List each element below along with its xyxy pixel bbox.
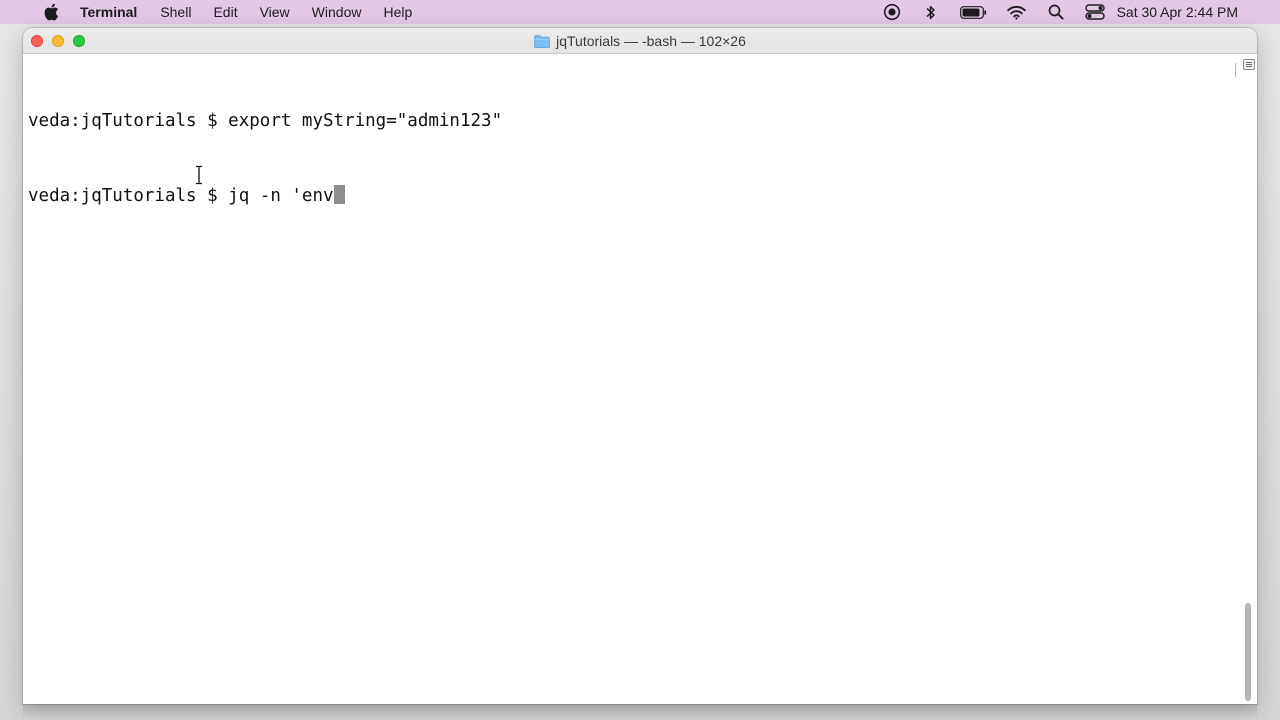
terminal-output[interactable]: veda:jqTutorials $ export myString="admi… bbox=[28, 59, 502, 259]
terminal-line-2-text: veda:jqTutorials $ jq -n 'env bbox=[28, 186, 334, 206]
desktop: Terminal Shell Edit View Window Help Sat… bbox=[0, 0, 1280, 720]
terminal-window: jqTutorials — -bash — 102×26 veda:jqTuto… bbox=[23, 28, 1257, 704]
search-icon[interactable] bbox=[1046, 3, 1066, 21]
window-title-text: jqTutorials — -bash — 102×26 bbox=[556, 33, 746, 49]
bluetooth-icon[interactable] bbox=[921, 3, 941, 21]
text-cursor bbox=[333, 185, 345, 204]
menu-bar-left: Terminal Shell Edit View Window Help bbox=[0, 0, 423, 24]
menu-bar-clock[interactable]: Sat 30 Apr 2:44 PM bbox=[1117, 4, 1238, 20]
window-titlebar[interactable]: jqTutorials — -bash — 102×26 bbox=[23, 28, 1257, 54]
menu-app-terminal[interactable]: Terminal bbox=[80, 0, 149, 24]
menu-bar: Terminal Shell Edit View Window Help Sat… bbox=[0, 0, 1280, 24]
menu-view[interactable]: View bbox=[249, 0, 301, 24]
window-title: jqTutorials — -bash — 102×26 bbox=[23, 28, 1257, 54]
scroll-marker bbox=[1232, 63, 1236, 77]
battery-icon[interactable] bbox=[960, 3, 988, 21]
menu-window[interactable]: Window bbox=[301, 0, 373, 24]
terminal-line-1: veda:jqTutorials $ export myString="admi… bbox=[28, 111, 503, 131]
terminal-line-2: veda:jqTutorials $ jq -n 'env bbox=[28, 184, 502, 209]
menu-shell[interactable]: Shell bbox=[149, 0, 202, 24]
menu-edit[interactable]: Edit bbox=[202, 0, 248, 24]
control-center-icon[interactable] bbox=[1084, 3, 1105, 21]
window-shadow bbox=[23, 704, 1257, 720]
menu-help[interactable]: Help bbox=[372, 0, 423, 24]
folder-icon bbox=[534, 34, 551, 48]
screen-record-icon[interactable] bbox=[882, 3, 902, 21]
wifi-icon[interactable] bbox=[1007, 3, 1027, 21]
scrollbar-thumb[interactable] bbox=[1245, 603, 1251, 701]
i-beam-cursor-icon bbox=[193, 165, 205, 185]
split-pane-icon[interactable] bbox=[1243, 59, 1255, 70]
menu-bar-right: Sat 30 Apr 2:44 PM bbox=[863, 0, 1280, 24]
terminal-content[interactable]: veda:jqTutorials $ export myString="admi… bbox=[23, 55, 1257, 704]
apple-menu-icon[interactable] bbox=[42, 3, 60, 21]
